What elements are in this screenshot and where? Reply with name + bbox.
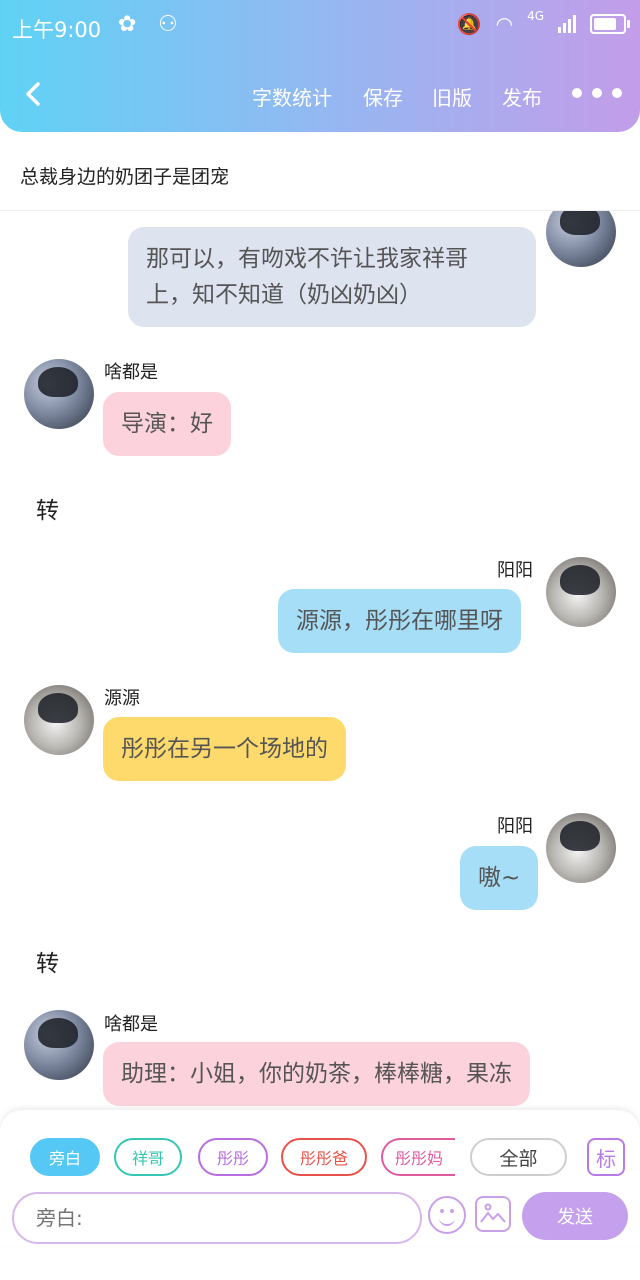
composer-panel: 旁白 祥哥 彤彤 彤彤爸 彤彤妈 全部 标 发送 xyxy=(0,1110,640,1246)
speaker-name: 阳阳 xyxy=(497,816,533,837)
status-right: 🔕 ◠ 4G xyxy=(456,9,630,36)
battery-icon xyxy=(590,14,630,34)
role-chip[interactable]: 彤彤 xyxy=(198,1138,268,1176)
message-bubble[interactable]: 那可以，有吻戏不许让我家祥哥 上，知不知道（奶凶奶凶） xyxy=(128,227,536,327)
all-roles-button[interactable]: 全部 xyxy=(470,1138,567,1176)
message-bubble[interactable]: 嗷~ xyxy=(460,846,539,910)
more-options-icon[interactable] xyxy=(572,88,622,98)
story-title-bar: 总裁身边的奶团子是团宠 xyxy=(0,140,640,211)
word-count-button[interactable]: 字数统计 xyxy=(252,82,332,111)
role-chip[interactable]: 彤彤妈 xyxy=(381,1138,455,1176)
role-chip[interactable]: 彤彤爸 xyxy=(281,1138,367,1176)
mute-icon: 🔕 xyxy=(456,12,482,36)
message-line: 上，知不知道（奶凶奶凶） xyxy=(146,282,422,308)
chat-area[interactable]: 那可以，有吻戏不许让我家祥哥 上，知不知道（奶凶奶凶） 啥都是 导演：好 转 阳… xyxy=(0,211,640,1111)
message-line: 那可以，有吻戏不许让我家祥哥 xyxy=(146,246,468,272)
image-icon[interactable] xyxy=(475,1196,511,1232)
message-bubble[interactable]: 助理：小姐，你的奶茶，棒棒糖，果冻 xyxy=(103,1042,530,1106)
flower-icon: ✿ xyxy=(118,12,137,37)
avatar[interactable] xyxy=(24,1010,94,1080)
speaker-name: 阳阳 xyxy=(497,560,533,581)
back-icon[interactable] xyxy=(18,76,48,112)
speaker-name: 源源 xyxy=(104,688,140,709)
role-chip[interactable]: 祥哥 xyxy=(114,1138,182,1176)
save-button[interactable]: 保存 xyxy=(363,82,403,111)
speaker-name: 啥都是 xyxy=(104,362,158,383)
narration-text[interactable]: 转 xyxy=(36,944,59,978)
status-time: 上午9:00 xyxy=(12,18,102,42)
wifi-icon: ◠ xyxy=(495,12,514,36)
speaker-name: 啥都是 xyxy=(104,1014,158,1035)
message-bubble[interactable]: 导演：好 xyxy=(103,392,231,456)
narration-text[interactable]: 转 xyxy=(36,491,59,525)
app-notify-icon: ⚇ xyxy=(158,12,178,37)
message-bubble[interactable]: 源源，彤彤在哪里呀 xyxy=(278,589,521,653)
network-label: 4G xyxy=(527,9,544,23)
message-bubble[interactable]: 彤彤在另一个场地的 xyxy=(103,717,346,781)
avatar[interactable] xyxy=(546,813,616,883)
publish-button[interactable]: 发布 xyxy=(502,82,542,111)
send-button[interactable]: 发送 xyxy=(522,1192,628,1240)
signal-icon xyxy=(558,15,576,33)
avatar[interactable] xyxy=(24,685,94,755)
avatar[interactable] xyxy=(546,557,616,627)
emoji-icon[interactable] xyxy=(428,1196,466,1234)
story-title[interactable]: 总裁身边的奶团子是团宠 xyxy=(20,162,229,189)
role-chip-narration[interactable]: 旁白 xyxy=(30,1138,100,1176)
old-version-button[interactable]: 旧版 xyxy=(432,82,472,111)
message-input[interactable] xyxy=(12,1192,422,1244)
avatar[interactable] xyxy=(546,211,616,267)
app-header: 上午9:00 ✿ ⚇ 🔕 ◠ 4G 字数统计 保存 旧版 发布 xyxy=(0,0,640,132)
tag-button[interactable]: 标 xyxy=(587,1138,625,1176)
avatar[interactable] xyxy=(24,359,94,429)
